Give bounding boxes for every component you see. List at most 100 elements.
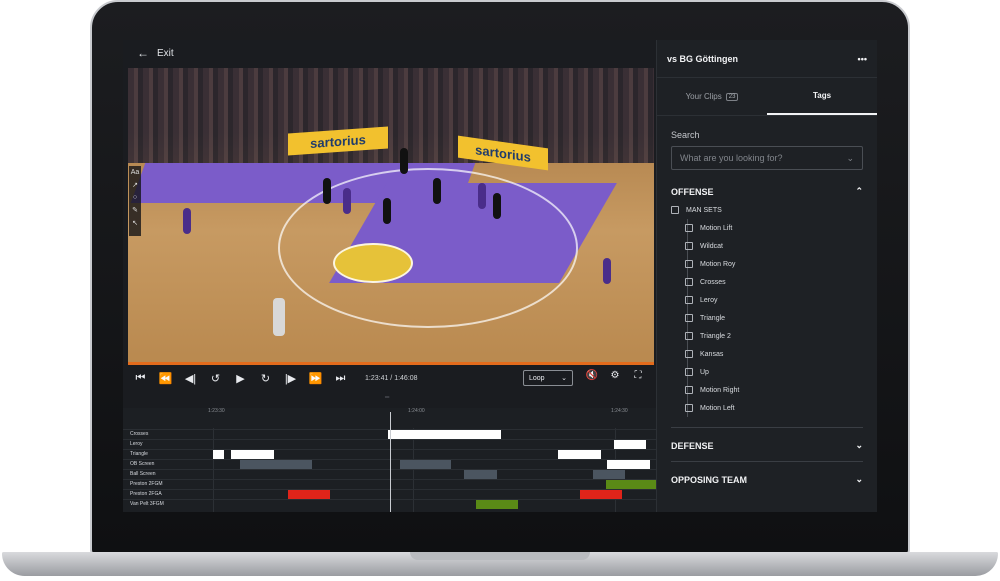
game-title: vs BG Göttingen: [667, 53, 739, 64]
tag-group-man-sets[interactable]: MAN SETS: [671, 206, 877, 214]
player: [478, 183, 486, 209]
tag-label: Leroy: [700, 296, 718, 304]
search-input[interactable]: What are you looking for? ⌄: [671, 146, 863, 170]
tag-item[interactable]: Leroy: [685, 291, 877, 309]
rewind-icon[interactable]: ⏪: [153, 372, 178, 385]
player: [433, 178, 441, 204]
checkbox[interactable]: [685, 404, 693, 412]
row-label: Leroy: [130, 441, 143, 447]
play-icon[interactable]: ▶: [228, 372, 253, 385]
chevron-down-icon: ⌄: [855, 474, 863, 484]
arena-stands: [128, 68, 654, 163]
resize-handle-icon[interactable]: ═: [385, 395, 389, 401]
offense-section-header[interactable]: OFFENSE ⌃: [671, 186, 863, 197]
back-arrow-icon[interactable]: ←: [137, 46, 149, 60]
tab-tags[interactable]: Tags: [767, 78, 877, 115]
fast-forward-icon[interactable]: ⏩: [303, 372, 328, 385]
row-label: OB Screen: [130, 461, 155, 467]
checkbox[interactable]: [685, 386, 693, 394]
arrow-tool-icon[interactable]: ↗: [132, 181, 138, 189]
tag-item[interactable]: Crosses: [685, 273, 877, 291]
settings-icon[interactable]: ⚙: [606, 370, 624, 381]
search-label: Search: [671, 130, 700, 140]
player: [603, 258, 611, 284]
checkbox[interactable]: [671, 206, 679, 214]
fullscreen-icon[interactable]: ⛶: [629, 370, 647, 381]
laptop-notch: [410, 552, 590, 560]
clip-segment[interactable]: [558, 450, 601, 459]
tag-item[interactable]: Motion Left: [685, 399, 877, 417]
checkbox[interactable]: [685, 278, 693, 286]
checkbox[interactable]: [685, 368, 693, 376]
clip-segment[interactable]: [476, 500, 518, 509]
skip-end-icon[interactable]: ⏭: [328, 372, 353, 385]
timeline-playhead[interactable]: [390, 412, 391, 512]
clip-segment[interactable]: [606, 480, 656, 489]
forward-5-icon[interactable]: ↻: [253, 372, 278, 385]
clip-segment[interactable]: [580, 490, 622, 499]
circle-tool-icon[interactable]: ○: [133, 194, 137, 201]
playback-time: 1:23:41 / 1:46:08: [365, 374, 418, 382]
frame-back-icon[interactable]: ◀|: [178, 372, 203, 385]
tag-timeline[interactable]: 1:23:30 1:24:00 1:24:30 Crosses Leroy Tr…: [123, 408, 656, 512]
clip-segment[interactable]: [593, 470, 625, 479]
checkbox[interactable]: [685, 314, 693, 322]
clip-segment[interactable]: [288, 490, 330, 499]
video-player[interactable]: sartorius sartorius Aa ↗ ○ ✎ ↖: [128, 68, 654, 364]
tag-label: Kansas: [700, 350, 724, 358]
chevron-down-icon: ⌄: [855, 440, 863, 450]
clip-segment[interactable]: [464, 470, 497, 479]
center-logo: [333, 243, 413, 283]
checkbox[interactable]: [685, 332, 693, 340]
pointer-tool-icon[interactable]: ↖: [132, 219, 138, 227]
checkbox[interactable]: [685, 224, 693, 232]
mute-icon[interactable]: 🔇: [583, 370, 601, 381]
tag-label: Crosses: [700, 278, 726, 286]
tag-item[interactable]: Triangle 2: [685, 327, 877, 345]
tag-item[interactable]: Kansas: [685, 345, 877, 363]
tag-item[interactable]: Wildcat: [685, 237, 877, 255]
checkbox[interactable]: [685, 350, 693, 358]
tag-item[interactable]: Up: [685, 363, 877, 381]
tag-label: Up: [700, 368, 709, 376]
tag-item[interactable]: Motion Roy: [685, 255, 877, 273]
frame-forward-icon[interactable]: |▶: [278, 372, 303, 385]
pen-tool-icon[interactable]: ✎: [132, 206, 138, 214]
skip-start-icon[interactable]: ⏮: [128, 372, 153, 385]
clip-segment[interactable]: [231, 450, 274, 459]
playback-progress-bar[interactable]: [128, 362, 654, 365]
checkbox[interactable]: [685, 260, 693, 268]
tag-label: Wildcat: [700, 242, 723, 250]
defense-section-header[interactable]: DEFENSE ⌄: [671, 440, 863, 451]
checkbox[interactable]: [685, 242, 693, 250]
checkbox[interactable]: [685, 296, 693, 304]
tab-your-clips[interactable]: Your Clips 23: [657, 78, 767, 115]
player: [183, 208, 191, 234]
more-horizontal-icon[interactable]: •••: [858, 54, 867, 64]
player: [323, 178, 331, 204]
opposing-team-section-header[interactable]: OPPOSING TEAM ⌄: [671, 474, 863, 485]
player: [343, 188, 351, 214]
exit-button[interactable]: Exit: [157, 48, 174, 59]
clip-segment[interactable]: [213, 450, 224, 459]
tag-label: Motion Roy: [700, 260, 736, 268]
row-label: Preston 2FGM: [130, 481, 163, 487]
tag-item[interactable]: Motion Lift: [685, 219, 877, 237]
text-tool-icon[interactable]: Aa: [131, 169, 140, 176]
time-tick: 1:24:00: [408, 408, 425, 414]
clip-segment[interactable]: [614, 440, 646, 449]
drawing-toolbar: Aa ↗ ○ ✎ ↖: [129, 166, 141, 236]
tag-group-label: MAN SETS: [686, 206, 722, 214]
clip-segment[interactable]: [240, 460, 312, 469]
panel-header: vs BG Göttingen •••: [657, 40, 877, 78]
referee: [273, 298, 285, 336]
clip-segment[interactable]: [400, 460, 451, 469]
row-label: Preston 2FGA: [130, 491, 162, 497]
replay-5-icon[interactable]: ↺: [203, 372, 228, 385]
loop-select[interactable]: Loop ⌄: [523, 370, 573, 386]
divider: [671, 427, 863, 428]
tag-item[interactable]: Motion Right: [685, 381, 877, 399]
tag-item[interactable]: Triangle: [685, 309, 877, 327]
clip-segment[interactable]: [607, 460, 650, 469]
clip-segment[interactable]: [388, 430, 501, 439]
